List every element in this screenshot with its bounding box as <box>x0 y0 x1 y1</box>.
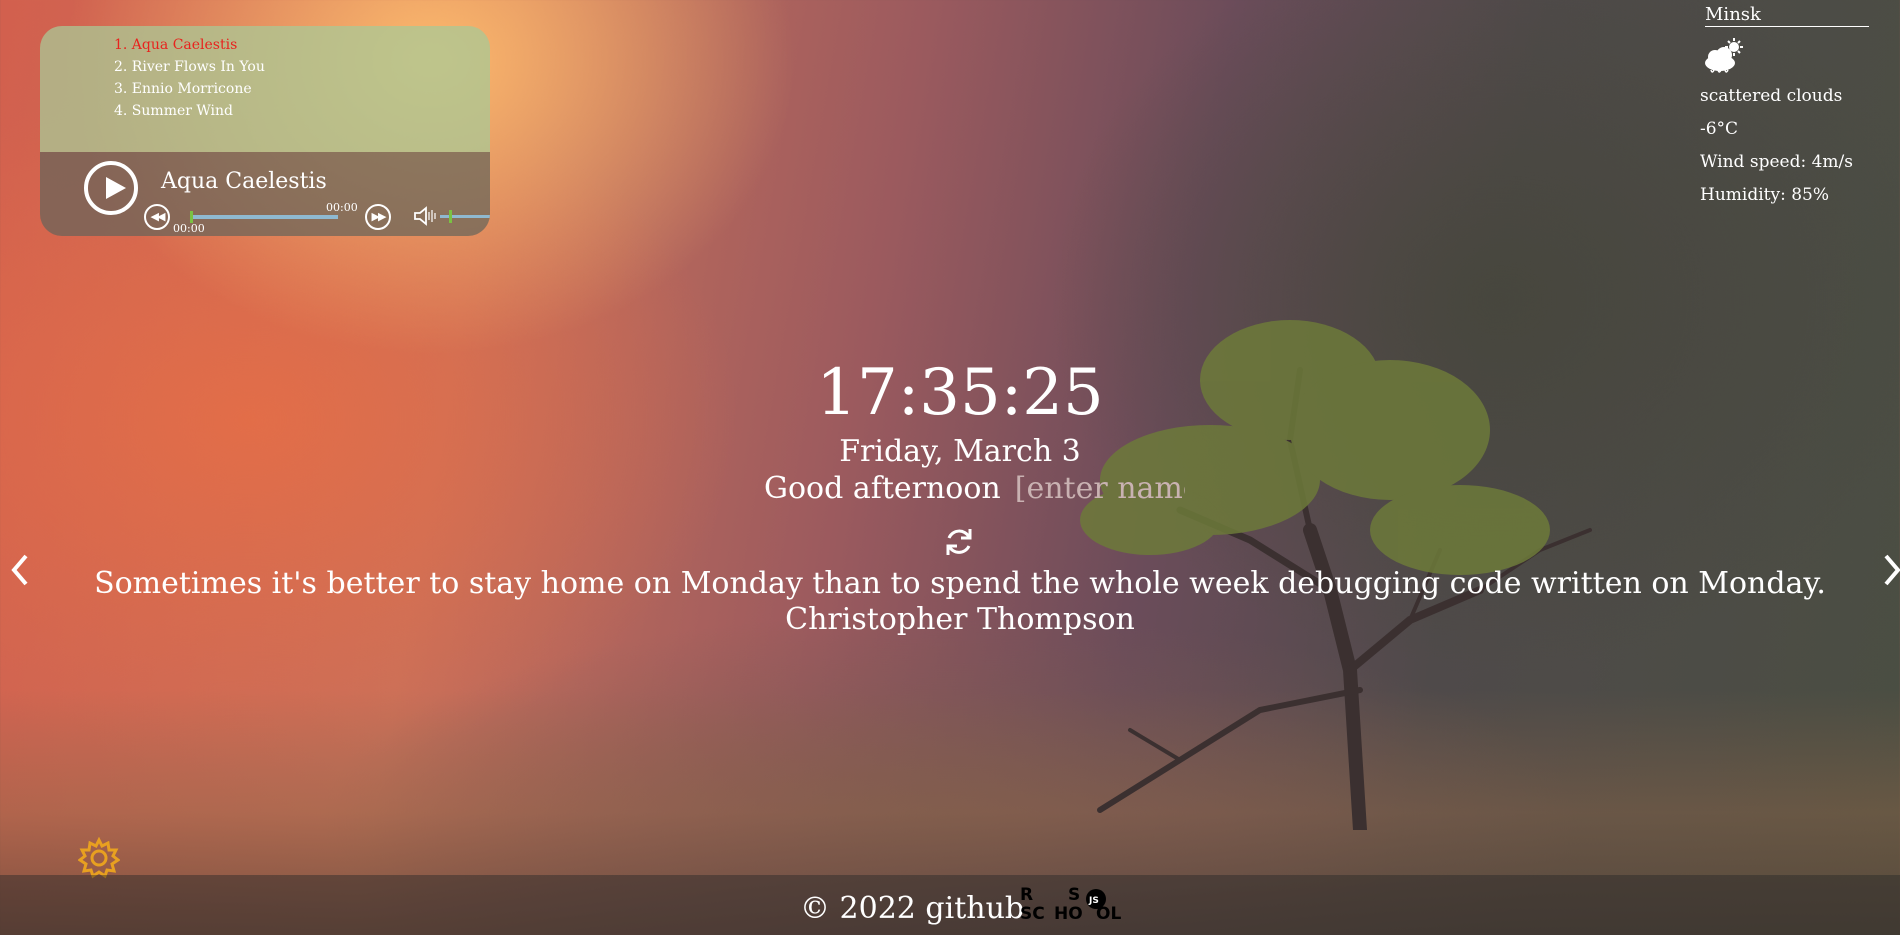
playlist: 1. Aqua Caelestis 2. River Flows In You … <box>40 26 490 152</box>
svg-text:JS: JS <box>1088 896 1099 906</box>
footer: © 2022 github R SC S HO OL JS <box>0 875 1900 935</box>
audio-player: 1. Aqua Caelestis 2. River Flows In You … <box>40 26 490 236</box>
greeting-row: Good afternoon <box>764 471 1185 506</box>
copyright-link[interactable]: © 2022 github <box>800 891 1024 926</box>
fast-forward-icon[interactable]: ▶▶ <box>365 204 391 230</box>
volume-handle[interactable] <box>449 210 453 223</box>
greeting-text: Good afternoon <box>764 471 1001 506</box>
humidity: Humidity: 85% <box>1700 185 1830 205</box>
clock-time: 17:35:25 <box>816 356 1104 430</box>
svg-text:HO: HO <box>1054 904 1083 924</box>
progress-bar[interactable] <box>190 211 338 223</box>
chevron-left-icon[interactable] <box>8 552 32 588</box>
now-playing-title: Aqua Caelestis <box>161 169 327 194</box>
chevron-right-icon[interactable] <box>1880 552 1900 588</box>
svg-text:R: R <box>1020 885 1033 905</box>
quote-text: Sometimes it's better to stay home on Mo… <box>94 566 1826 601</box>
rs-school-logo[interactable]: R SC S HO OL JS <box>1018 883 1126 927</box>
weather-widget: Minsk scattered clouds -6°C Wind speed: … <box>1700 0 1900 212</box>
clock-date: Friday, March 3 <box>839 434 1081 469</box>
svg-text:SC: SC <box>1020 904 1045 924</box>
playlist-item[interactable]: 4. Summer Wind <box>114 100 490 122</box>
svg-text:S: S <box>1068 885 1080 905</box>
weather-description: scattered clouds <box>1700 86 1843 106</box>
cloud-sun-icon <box>1705 38 1743 73</box>
wind-speed: Wind speed: 4m/s <box>1700 152 1853 172</box>
refresh-quote-icon[interactable] <box>942 525 976 559</box>
temperature: -6°C <box>1700 119 1739 139</box>
playlist-item[interactable]: 2. River Flows In You <box>114 56 490 78</box>
rewind-icon[interactable]: ◀◀ <box>144 204 170 230</box>
playlist-item[interactable]: 3. Ennio Morricone <box>114 78 490 100</box>
quote-author: Christopher Thompson <box>785 602 1135 637</box>
duration-label: 00:00 <box>326 201 358 214</box>
player-controls: Aqua Caelestis ◀◀ 00:00 00:00 ▶▶ <box>40 152 490 236</box>
volume-slider[interactable] <box>440 210 490 223</box>
speaker-icon[interactable] <box>413 205 437 227</box>
name-input[interactable] <box>1014 471 1185 506</box>
play-button[interactable] <box>84 161 138 215</box>
city-input[interactable]: Minsk <box>1705 4 1869 27</box>
playlist-item[interactable]: 1. Aqua Caelestis <box>114 34 490 56</box>
current-time-label: 00:00 <box>173 222 205 235</box>
gear-icon[interactable] <box>78 837 120 879</box>
